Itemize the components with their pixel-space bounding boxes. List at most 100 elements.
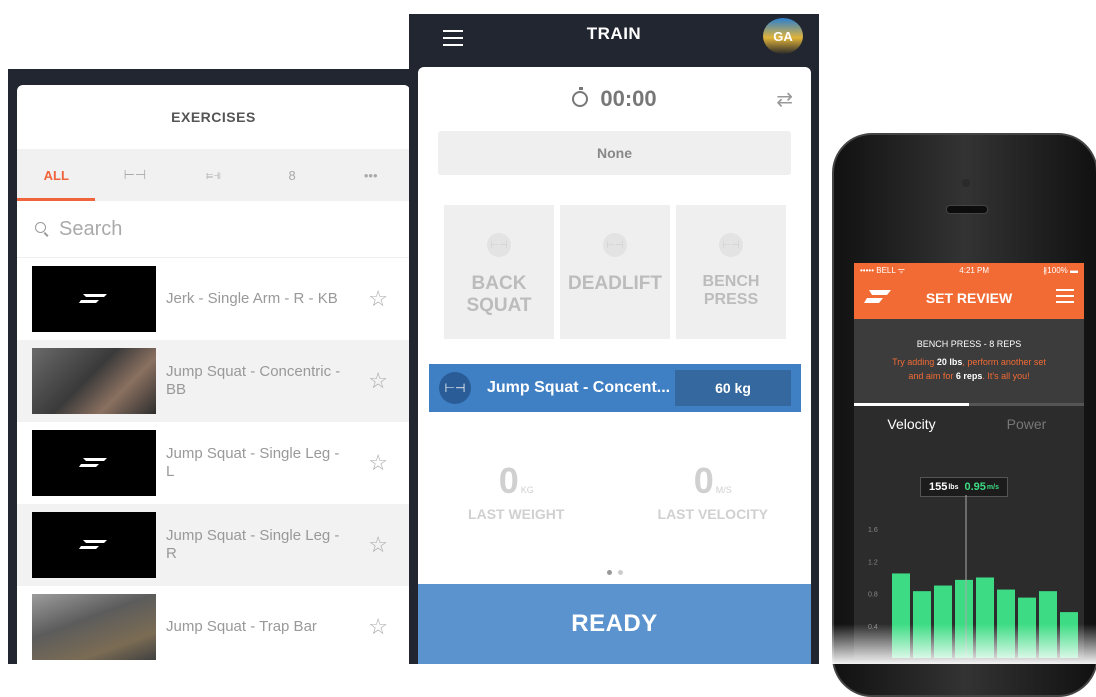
last-velocity-unit: M/S [715,485,732,495]
tab-barbell-icon[interactable]: ⊢⊣ [96,167,175,183]
barbell-icon: ⊢⊣ [439,372,471,404]
set-title: BENCH PRESS - 8 REPS [916,339,1022,349]
brand-logo-icon [79,294,107,303]
exercise-thumbnail [32,266,156,332]
lift-name: DEADLIFT [568,273,662,294]
brand-logo-icon [864,290,891,303]
swap-icon[interactable]: ⇄ [776,87,793,112]
list-icon[interactable] [1056,289,1074,307]
readout-velocity-unit: m/s [986,483,999,491]
ready-button[interactable]: READY [418,584,811,664]
exercises-panel: EXERCISES ALL ⊢⊣ ⫢⫣ 8 ••• Jerk - Single … [17,85,410,664]
phone-screen: ••••• BELL ᯤ 4:21 PM ∦100% ▬ SET REVIEW … [854,263,1084,658]
tab-more-icon[interactable]: ••• [331,168,410,183]
timer-value: 00:00 [600,86,657,111]
app-bar: SET REVIEW [854,277,1084,319]
active-tab-indicator [17,198,95,201]
last-velocity-label: LAST VELOCITY [657,506,768,522]
tab-kettlebell-icon[interactable]: 8 [253,168,332,183]
exercise-name: Jerk - Single Arm - R - KB [166,290,338,307]
y-tick-label: 0.8 [868,592,878,599]
page-title: TRAIN [586,24,642,43]
list-item[interactable]: Jump Squat - Single Leg - R ☆ [17,504,410,586]
tab-dumbbell-icon[interactable]: ⫢⫣ [174,167,253,183]
y-tick-label: 1.2 [868,559,878,566]
star-icon[interactable]: ☆ [368,614,388,640]
status-bar: ••••• BELL ᯤ 4:21 PM ∦100% ▬ [854,263,1084,277]
routine-selector[interactable]: None [438,131,791,175]
status-battery: ∦100% ▬ [1043,265,1078,275]
lift-back-squat[interactable]: ⊢⊣ BACK SQUAT [444,205,554,339]
star-icon[interactable]: ☆ [368,286,388,312]
lift-name: BACK SQUAT [466,273,532,316]
brand-logo-icon [79,540,107,549]
filter-tabs: ALL ⊢⊣ ⫢⫣ 8 ••• [17,149,410,201]
list-item[interactable]: Jerk - Single Arm - R - KB ☆ [17,258,410,340]
coach-tip: Try adding 20 lbs, perform another set an… [892,357,1046,381]
lift-deadlift[interactable]: ⊢⊣ DEADLIFT [560,205,670,339]
exercise-name: Jump Squat - Single Leg - R [166,527,340,562]
status-time: 4:21 PM [959,265,990,275]
exercise-name: Jump Squat - Trap Bar [166,618,317,635]
avatar[interactable]: GA [763,18,803,54]
last-velocity: 0 M/S LAST VELOCITY [615,460,812,522]
last-weight-value: 0 [498,460,519,501]
top-bar: TRAIN GA [409,14,819,66]
set-progress [854,403,1084,406]
star-icon[interactable]: ☆ [368,368,388,394]
exercises-screen: EXERCISES ALL ⊢⊣ ⫢⫣ 8 ••• Jerk - Single … [8,69,410,664]
star-icon[interactable]: ☆ [368,532,388,558]
search-input[interactable] [57,216,361,242]
last-stats: 0 KG LAST WEIGHT 0 M/S LAST VELOCITY [418,460,811,522]
list-item[interactable]: Jump Squat - Single Leg - L ☆ [17,422,410,504]
search-bar [17,201,410,258]
page-title: SET REVIEW [925,290,1013,306]
exercise-thumbnail [32,594,156,660]
last-velocity-value: 0 [693,460,714,501]
lift-name: BENCH PRESS [702,273,760,308]
train-panel: 00:00 ⇄ None ⊢⊣ BACK SQUAT ⊢⊣ DEADLIFT ⊢… [418,67,811,664]
camera-icon [962,179,970,187]
quick-lifts: ⊢⊣ BACK SQUAT ⊢⊣ DEADLIFT ⊢⊣ BENCH PRESS [444,205,786,339]
readout-weight-unit: lbs [948,483,959,491]
last-weight: 0 KG LAST WEIGHT [418,460,615,522]
exercise-name: Jump Squat - Single Leg - L [166,445,340,480]
y-tick-label: 1.6 [868,527,878,534]
exercise-thumbnail [32,512,156,578]
speaker-icon [946,205,988,214]
set-progress-fill [854,403,969,406]
selected-exercise[interactable]: ⊢⊣ Jump Squat - Concent... 60 kg [429,364,801,412]
last-weight-unit: KG [520,485,534,495]
stopwatch-icon [572,87,589,107]
barbell-icon: ⊢⊣ [603,233,627,257]
selected-exercise-name: Jump Squat - Concent... [487,379,671,396]
phone-body: ••••• BELL ᯤ 4:21 PM ∦100% ▬ SET REVIEW … [832,133,1096,697]
exercise-thumbnail [32,430,156,496]
brand-logo-icon [79,458,107,467]
lift-bench-press[interactable]: ⊢⊣ BENCH PRESS [676,205,786,339]
weight-field[interactable]: 60 kg [675,370,791,406]
page-indicator [418,562,811,580]
exercise-thumbnail [32,348,156,414]
tab-velocity[interactable]: Velocity [854,416,969,432]
search-icon [35,222,49,236]
tab-power[interactable]: Power [969,416,1084,432]
train-screen: TRAIN GA 00:00 ⇄ None ⊢⊣ BACK SQUAT ⊢⊣ D… [409,14,819,664]
reflection-fade [822,624,1096,664]
star-icon[interactable]: ☆ [368,450,388,476]
last-weight-label: LAST WEIGHT [468,506,565,522]
exercise-name: Jump Squat - Concentric - BB [166,363,341,398]
metric-tabs: Velocity Power [854,406,1084,442]
page-title: EXERCISES [171,109,256,125]
readout-weight: 155 [929,481,948,493]
status-carrier: ••••• BELL ᯤ [860,265,906,275]
set-summary: BENCH PRESS - 8 REPS Try adding 20 lbs, … [854,319,1084,403]
readout-velocity: 0.95 [964,481,986,493]
barbell-icon: ⊢⊣ [719,233,743,257]
barbell-icon: ⊢⊣ [487,233,511,257]
timer: 00:00 [418,67,811,131]
rep-readout: 155 lbs 0.95 m/s [920,477,1008,497]
tab-all[interactable]: ALL [17,168,96,183]
list-item[interactable]: Jump Squat - Trap Bar ☆ [17,586,410,664]
list-item[interactable]: Jump Squat - Concentric - BB ☆ [17,340,410,422]
